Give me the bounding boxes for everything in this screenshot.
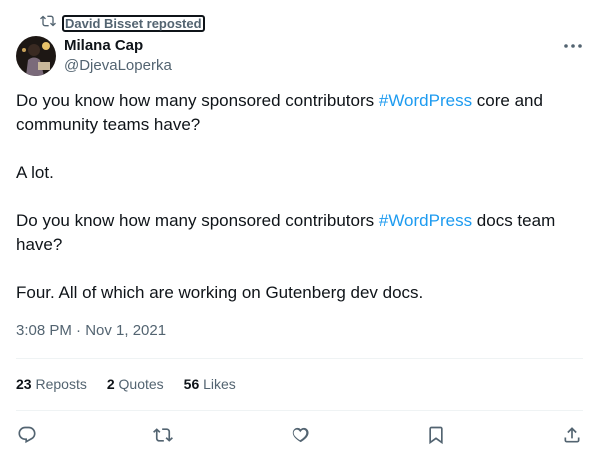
share-icon[interactable] <box>561 424 583 446</box>
tweet-paragraph: Do you know how many sponsored contribut… <box>16 209 582 257</box>
more-icon[interactable] <box>562 36 584 56</box>
avatar[interactable] <box>16 36 56 76</box>
heart-icon[interactable] <box>289 424 311 446</box>
repost-author-link[interactable]: David Bisset reposted <box>62 14 205 32</box>
quotes-stat[interactable]: 2 Quotes <box>107 376 164 392</box>
likes-label: Likes <box>203 376 236 392</box>
bookmark-icon[interactable] <box>425 424 447 446</box>
reposts-stat[interactable]: 23 Reposts <box>16 376 87 392</box>
text-segment: Do you know how many sponsored contribut… <box>16 211 379 230</box>
likes-count: 56 <box>183 376 200 392</box>
reposts-label: Reposts <box>35 376 87 392</box>
divider <box>16 410 583 411</box>
tweet-paragraph: A lot. <box>16 163 54 182</box>
action-bar <box>16 424 583 446</box>
hashtag-link[interactable]: #WordPress <box>379 91 472 110</box>
reply-icon[interactable] <box>16 424 38 446</box>
tweet-detail: David Bisset reposted Milana Cap @DjevaL… <box>0 0 598 451</box>
author-name[interactable]: Milana Cap <box>64 37 143 54</box>
text-segment: Do you know how many sponsored contribut… <box>16 91 379 110</box>
tweet-paragraph: Do you know how many sponsored contribut… <box>16 89 582 137</box>
tweet-timestamp[interactable]: 3:08 PM · Nov 1, 2021 <box>16 322 166 339</box>
repost-icon <box>40 13 56 34</box>
quotes-label: Quotes <box>118 376 164 392</box>
quotes-count: 2 <box>106 376 115 392</box>
repost-header: David Bisset reposted <box>40 14 205 32</box>
tweet-text: Do you know how many sponsored contribut… <box>16 89 582 329</box>
author-handle[interactable]: @DjevaLoperka <box>64 57 172 74</box>
engagement-stats: 23 Reposts 2 Quotes 56 Likes <box>16 376 236 392</box>
reposts-count: 23 <box>16 376 32 392</box>
tweet-paragraph: Four. All of which are working on Gutenb… <box>16 283 424 302</box>
hashtag-link[interactable]: #WordPress <box>379 211 472 230</box>
divider <box>16 358 583 359</box>
retweet-icon[interactable] <box>152 424 174 446</box>
likes-stat[interactable]: 56 Likes <box>184 376 236 392</box>
